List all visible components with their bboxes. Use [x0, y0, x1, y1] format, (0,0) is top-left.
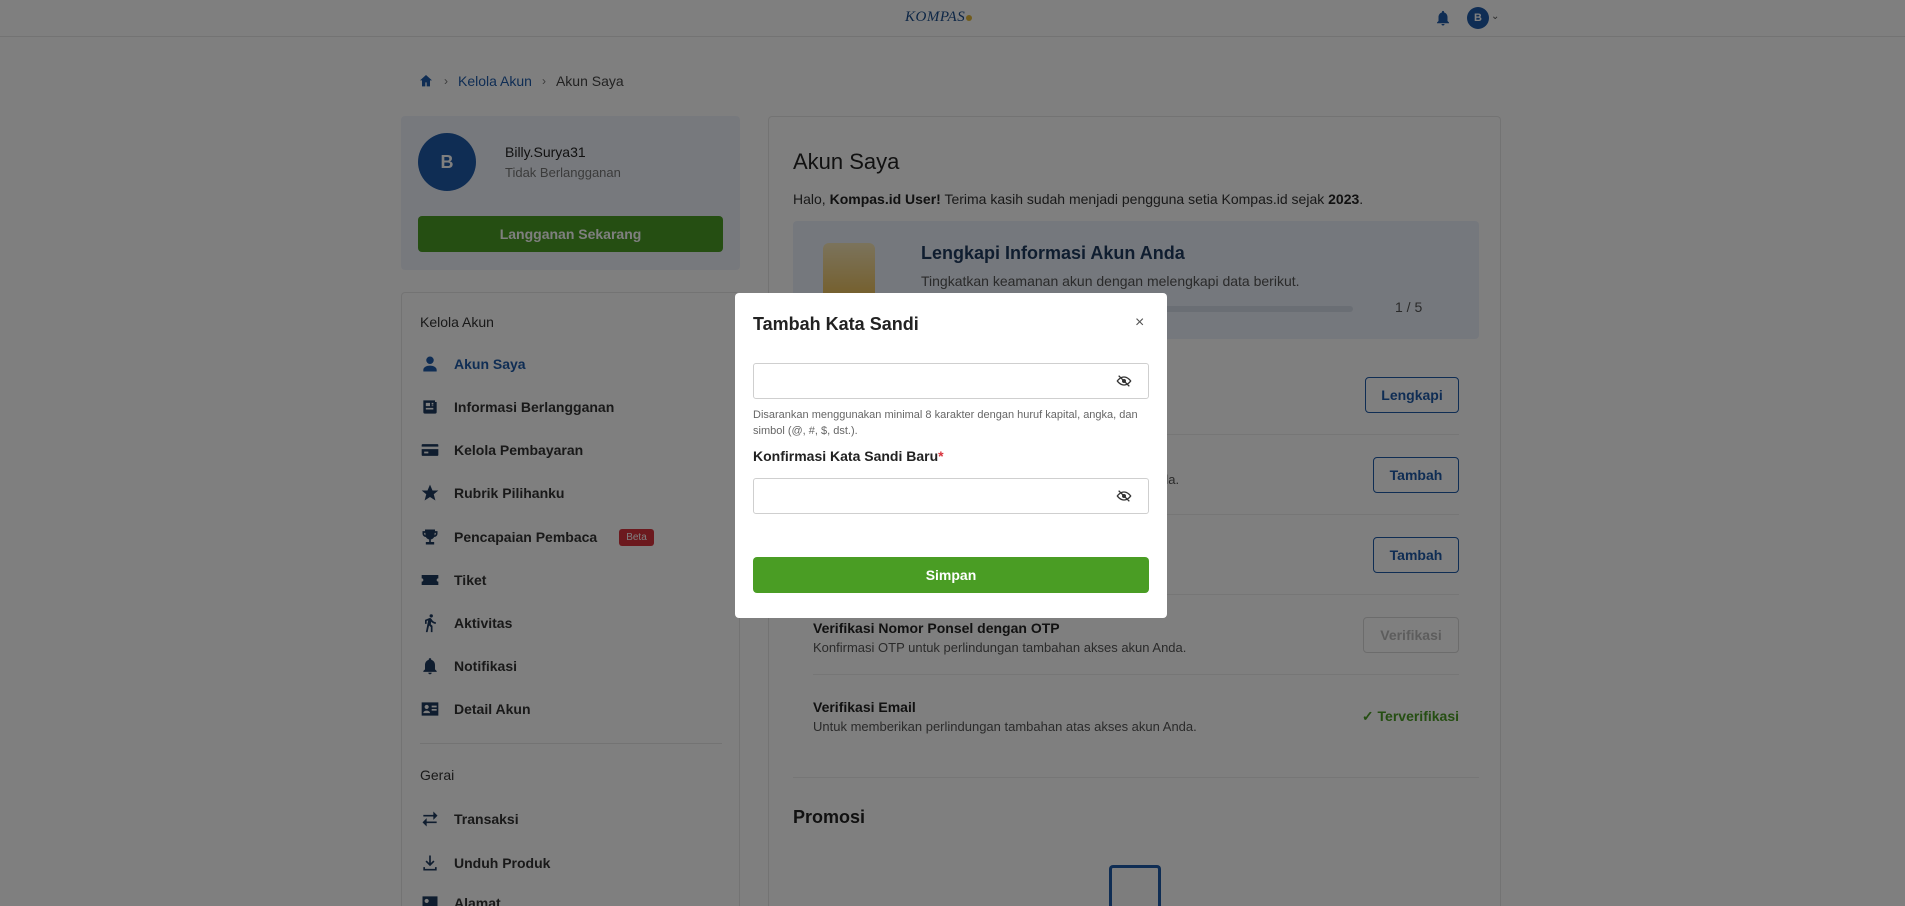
confirm-password-field[interactable]: [753, 478, 1149, 514]
modal-title: Tambah Kata Sandi: [753, 314, 919, 334]
add-password-modal: Tambah Kata Sandi × Disarankan menggunak…: [735, 293, 1167, 618]
save-button[interactable]: Simpan: [753, 557, 1149, 593]
password-hint: Disarankan menggunakan minimal 8 karakte…: [753, 409, 1138, 437]
new-password-field[interactable]: [753, 363, 1149, 399]
eye-slash-icon[interactable]: [1116, 374, 1132, 388]
confirm-password-input[interactable]: [754, 479, 1114, 513]
close-icon[interactable]: ×: [1135, 314, 1144, 332]
required-marker: *: [938, 448, 944, 464]
new-password-input[interactable]: [754, 364, 1114, 398]
confirm-password-label: Konfirmasi Kata Sandi Baru*: [753, 448, 944, 464]
eye-slash-icon[interactable]: [1116, 489, 1132, 503]
